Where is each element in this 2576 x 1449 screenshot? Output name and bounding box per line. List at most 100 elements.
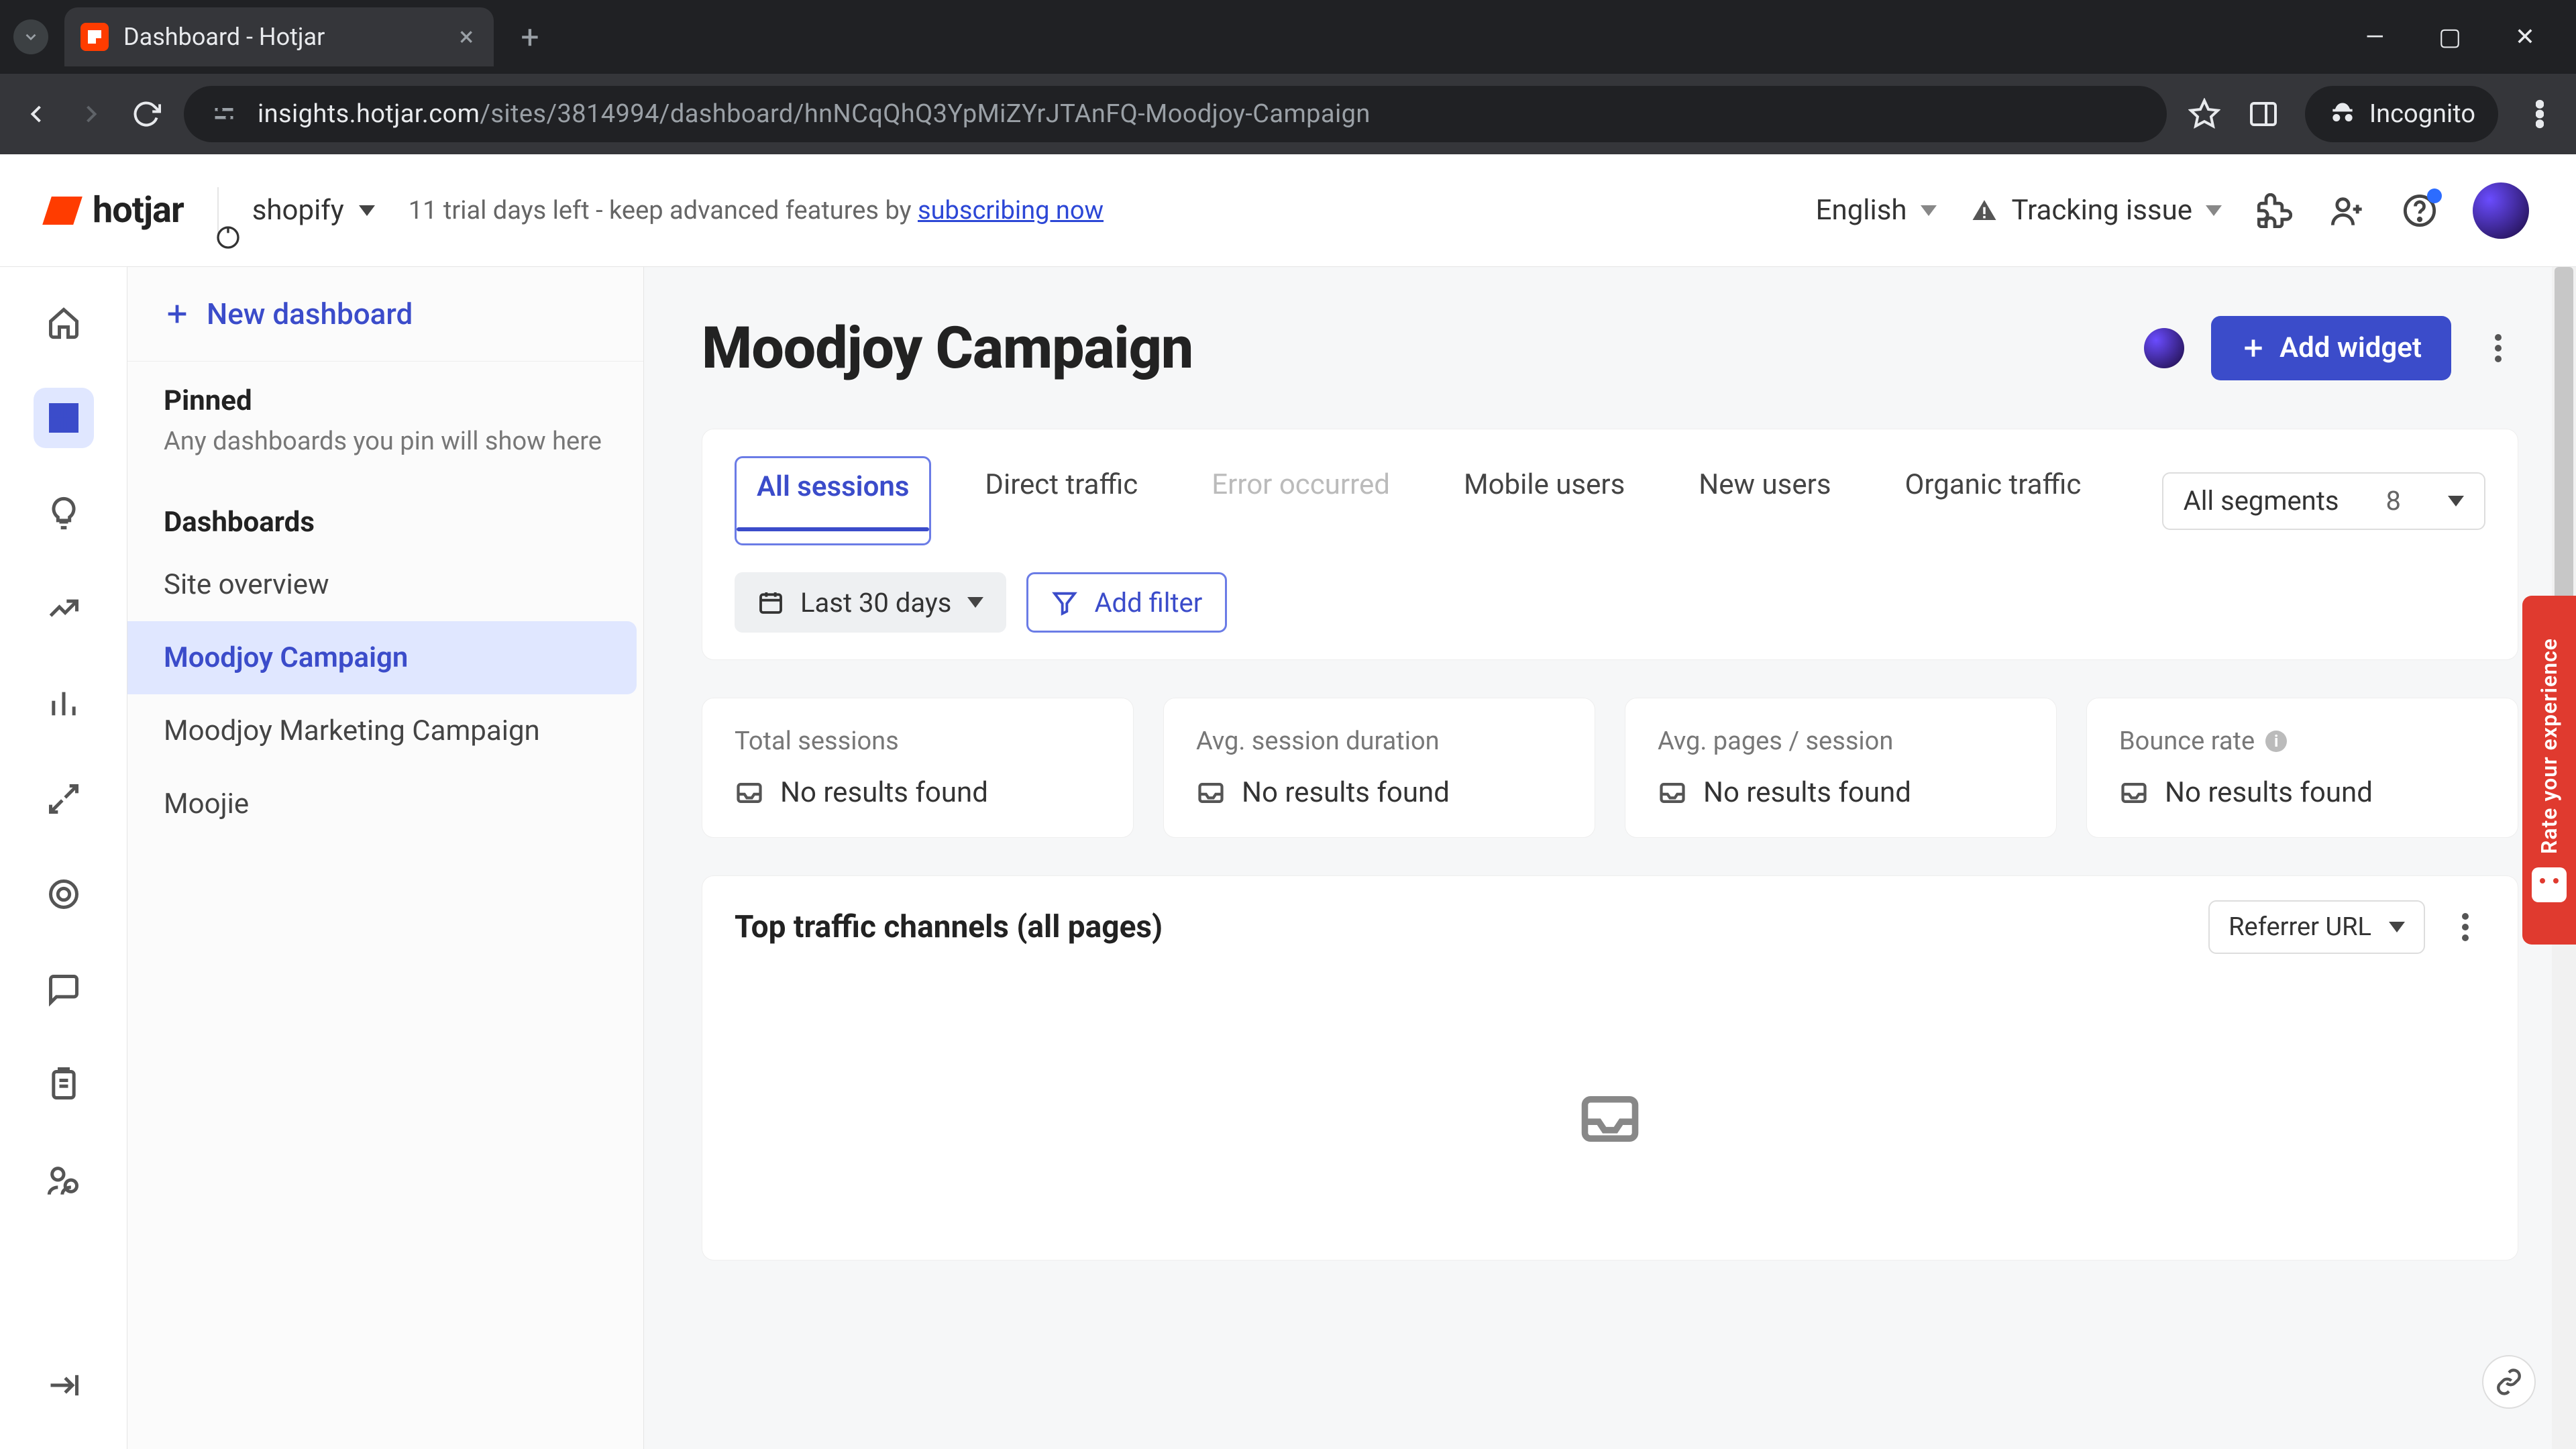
plus-icon: [164, 301, 191, 327]
dashboard-item-moojie[interactable]: Moojie: [127, 767, 643, 841]
segments-count: 8: [2386, 485, 2401, 517]
incognito-indicator[interactable]: Incognito: [2305, 86, 2498, 142]
page-menu-button[interactable]: [2478, 328, 2518, 368]
smiley-icon: [2532, 867, 2567, 902]
nav-expand-toggle[interactable]: [34, 1355, 94, 1415]
stat-label: Bounce rate: [2119, 727, 2255, 756]
owner-avatar[interactable]: [2144, 328, 2184, 368]
nav-engage[interactable]: [34, 1150, 94, 1210]
nav-trends[interactable]: [34, 578, 94, 639]
segment-tab-mobile-users[interactable]: Mobile users: [1444, 456, 1645, 545]
window-maximize-icon[interactable]: ▢: [2432, 19, 2467, 54]
segment-tab-direct-traffic[interactable]: Direct traffic: [965, 456, 1158, 545]
widget-menu-button[interactable]: [2445, 907, 2485, 947]
caret-down-icon: [1921, 205, 1937, 216]
tracking-issue-indicator[interactable]: Tracking issue: [1970, 194, 2222, 227]
stat-card-total-sessions[interactable]: Total sessions No results found: [702, 698, 1134, 838]
dashboard-item-site-overview[interactable]: Site overview: [127, 548, 643, 621]
caret-down-icon: [2206, 205, 2222, 216]
widget-empty-state: [702, 978, 2518, 1260]
nav-home[interactable]: [34, 292, 94, 353]
segment-tab-new-users[interactable]: New users: [1678, 456, 1851, 545]
stat-card-avg-pages-session[interactable]: Avg. pages / session No results found: [1625, 698, 2057, 838]
widget-dropdown-label: Referrer URL: [2229, 912, 2371, 942]
all-segments-dropdown[interactable]: All segments 8: [2162, 472, 2485, 530]
dashboard-item-moodjoy-campaign[interactable]: Moodjoy Campaign: [127, 621, 637, 694]
reload-button[interactable]: [129, 97, 164, 131]
feedback-side-tab[interactable]: Rate your experience: [2522, 596, 2576, 945]
hotjar-logo-mark: [47, 193, 83, 229]
tab-search-button[interactable]: [13, 19, 48, 54]
notification-dot: [2427, 189, 2442, 203]
nav-dashboards[interactable]: [34, 388, 94, 448]
stat-value: No results found: [780, 776, 988, 809]
integrations-icon[interactable]: [2255, 191, 2294, 230]
caret-down-icon: [359, 205, 375, 216]
browser-tab-active[interactable]: Dashboard - Hotjar ×: [64, 7, 494, 66]
window-minimize-icon[interactable]: —: [2357, 19, 2392, 54]
browser-chrome: Dashboard - Hotjar × + — ▢ ✕ insights.ho…: [0, 0, 2576, 154]
share-link-button[interactable]: [2482, 1355, 2536, 1409]
subscribe-link[interactable]: subscribing now: [918, 196, 1104, 225]
plus-icon: [2241, 335, 2266, 361]
hotjar-logo[interactable]: hotjar: [47, 189, 184, 231]
forward-button[interactable]: [74, 97, 109, 131]
caret-down-icon: [2389, 922, 2405, 932]
language-selector[interactable]: English: [1816, 194, 1937, 227]
dashboard-item-moodjoy-marketing[interactable]: Moodjoy Marketing Campaign: [127, 694, 643, 767]
segment-tab-all-sessions[interactable]: All sessions: [735, 456, 931, 545]
new-dashboard-label: New dashboard: [207, 297, 413, 331]
stat-value: No results found: [1242, 776, 1450, 809]
warning-icon: [1970, 197, 1998, 225]
add-widget-button[interactable]: Add widget: [2211, 316, 2451, 380]
address-bar[interactable]: insights.hotjar.com/sites/3814994/dashbo…: [184, 86, 2167, 142]
stat-card-bounce-rate[interactable]: Bounce rate i No results found: [2086, 698, 2518, 838]
stat-card-avg-session-duration[interactable]: Avg. session duration No results found: [1163, 698, 1595, 838]
inbox-icon: [2119, 778, 2149, 808]
new-tab-button[interactable]: +: [513, 19, 547, 54]
add-widget-label: Add widget: [2279, 331, 2422, 364]
url-text: insights.hotjar.com/sites/3814994/dashbo…: [258, 99, 1371, 129]
filter-icon: [1051, 589, 1078, 616]
dashboards-heading: Dashboards: [127, 483, 643, 548]
nav-feedback[interactable]: [34, 959, 94, 1020]
nav-highlights[interactable]: [34, 483, 94, 543]
hotjar-logo-text: hotjar: [93, 189, 184, 231]
segment-tab-error-occurred[interactable]: Error occurred: [1191, 456, 1410, 545]
nav-recordings[interactable]: [34, 769, 94, 829]
browser-toolbar: insights.hotjar.com/sites/3814994/dashbo…: [0, 74, 2576, 154]
invite-user-icon[interactable]: [2328, 191, 2367, 230]
add-filter-button[interactable]: Add filter: [1026, 572, 1227, 633]
top-traffic-channels-widget: Top traffic channels (all pages) Referre…: [702, 875, 2518, 1260]
browser-menu-icon[interactable]: [2522, 97, 2557, 131]
header-divider: [217, 187, 219, 234]
nav-funnels[interactable]: [34, 674, 94, 734]
widget-grouping-dropdown[interactable]: Referrer URL: [2208, 900, 2425, 954]
site-name: shopify: [252, 194, 344, 227]
help-icon[interactable]: [2400, 191, 2439, 230]
back-button[interactable]: [19, 97, 54, 131]
stat-value: No results found: [2165, 776, 2373, 809]
user-avatar[interactable]: [2473, 182, 2529, 239]
site-settings-icon[interactable]: [211, 101, 237, 127]
nav-heatmaps[interactable]: [34, 864, 94, 924]
caret-down-icon: [967, 597, 983, 608]
tab-close-icon[interactable]: ×: [460, 23, 474, 50]
site-selector[interactable]: shopify: [252, 194, 375, 227]
feedback-tab-label: Rate your experience: [2536, 638, 2562, 854]
primary-nav-rail: [0, 267, 127, 1449]
inbox-icon: [1196, 778, 1226, 808]
add-filter-label: Add filter: [1094, 587, 1202, 619]
new-dashboard-button[interactable]: New dashboard: [127, 267, 643, 362]
tracking-label: Tracking issue: [2012, 194, 2192, 227]
date-range-selector[interactable]: Last 30 days: [735, 572, 1006, 633]
bookmark-star-icon[interactable]: [2187, 97, 2222, 131]
window-close-icon[interactable]: ✕: [2508, 19, 2542, 54]
side-panel-icon[interactable]: [2246, 97, 2281, 131]
segment-tab-organic-traffic[interactable]: Organic traffic: [1885, 456, 2102, 545]
inbox-icon: [735, 778, 764, 808]
nav-surveys[interactable]: [34, 1055, 94, 1115]
info-icon[interactable]: i: [2265, 731, 2287, 752]
incognito-icon: [2328, 99, 2357, 129]
inbox-empty-icon: [1576, 1085, 1644, 1152]
